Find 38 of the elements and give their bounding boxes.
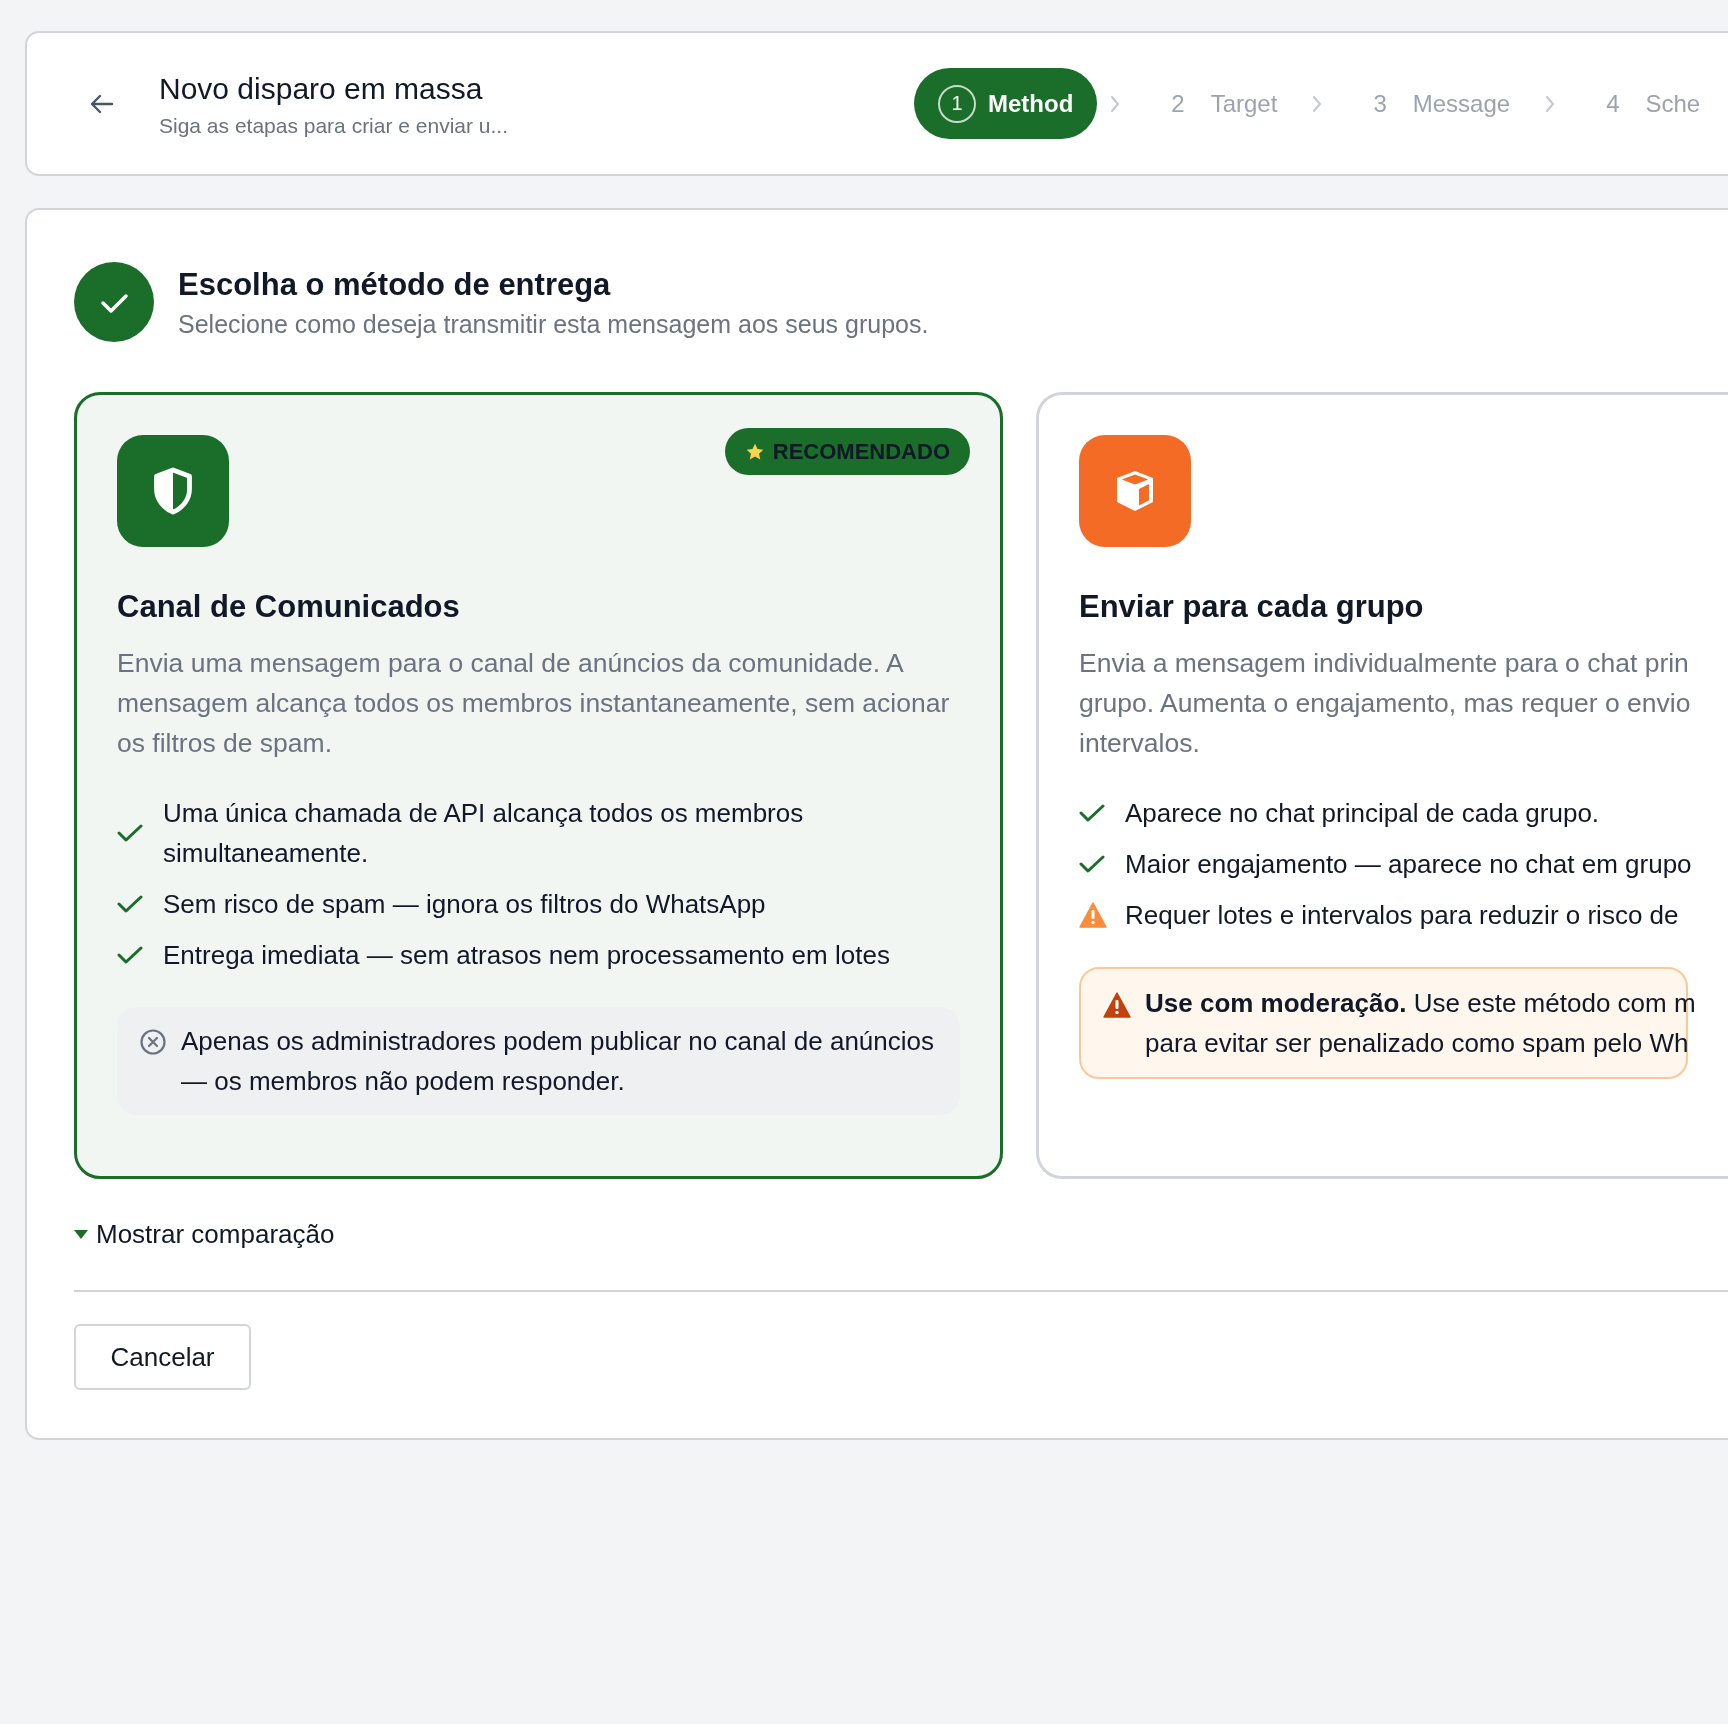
method-description: Envia a mensagem individualmente para o chat prin xyxy=(1079,647,1688,680)
feature-text: Sem risco de spam — ignora os filtros do WhatsApp xyxy=(163,888,766,921)
page-title: Novo disparo em massa xyxy=(159,70,484,107)
chevron-right-icon xyxy=(1544,93,1557,114)
caret-down-icon xyxy=(74,1230,88,1239)
page-subtitle: Siga as etapas para criar e enviar u... xyxy=(159,113,510,138)
feature-text: Aparece no chat principal de cada grupo. xyxy=(1125,797,1600,830)
note-text: Apenas os administradores podem publicar no canal de anúncios — os membros não podem responder. xyxy=(181,1025,936,1098)
chevron-right-icon xyxy=(1311,93,1324,114)
section-title: Escolha o método de entrega xyxy=(178,265,612,304)
close-circle-icon xyxy=(139,1028,167,1056)
section-subtitle: Selecione como deseja transmitir esta mensagem aos seus grupos. xyxy=(178,309,929,339)
check-icon xyxy=(117,894,143,914)
step-tab[interactable]: 1 Method xyxy=(914,68,1098,139)
method-description: intervalos. xyxy=(1079,727,1201,760)
feature-text: Requer lotes e intervalos para reduzir o risco de xyxy=(1125,899,1679,932)
check-icon xyxy=(117,823,143,843)
method-title: Canal de Comunicados xyxy=(117,588,461,626)
feature-text: Entrega imediata — sem atrasos nem processamento em lotes xyxy=(163,939,890,972)
note-text: para evitar ser penalizado como spam pelo Wh xyxy=(1145,1027,1690,1060)
method-title: Enviar para cada grupo xyxy=(1079,588,1425,626)
note-text: Use com moderação. Use este método com m xyxy=(1145,987,1696,1020)
cancel-button[interactable]: Cancelar xyxy=(74,1324,251,1390)
check-circle-icon xyxy=(74,262,154,342)
shield-icon xyxy=(151,467,195,515)
feature-text: Uma única chamada de API alcança todos os membros simultaneamente. xyxy=(163,797,805,870)
warning-icon xyxy=(1079,902,1107,928)
method-card[interactable] xyxy=(74,392,1003,1179)
method-description: grupo. Aumenta o engajamento, mas requer o envio xyxy=(1079,687,1688,720)
comparison-toggle[interactable]: Mostrar comparação xyxy=(74,1219,335,1250)
badge-label: RECOMENDADO xyxy=(772,438,950,465)
check-icon xyxy=(1079,803,1105,823)
check-icon xyxy=(117,945,143,965)
check-icon xyxy=(1079,854,1105,874)
feature-text: Maior engajamento — aparece no chat em grupo xyxy=(1125,848,1692,881)
warning-icon xyxy=(1103,992,1131,1018)
method-description: Envia uma mensagem para o canal de anúncios da comunidade. A mensagem alcança todos os membros instantaneamente, sem acionar os filtros de spam. xyxy=(117,647,951,760)
chevron-right-icon xyxy=(1109,93,1122,114)
